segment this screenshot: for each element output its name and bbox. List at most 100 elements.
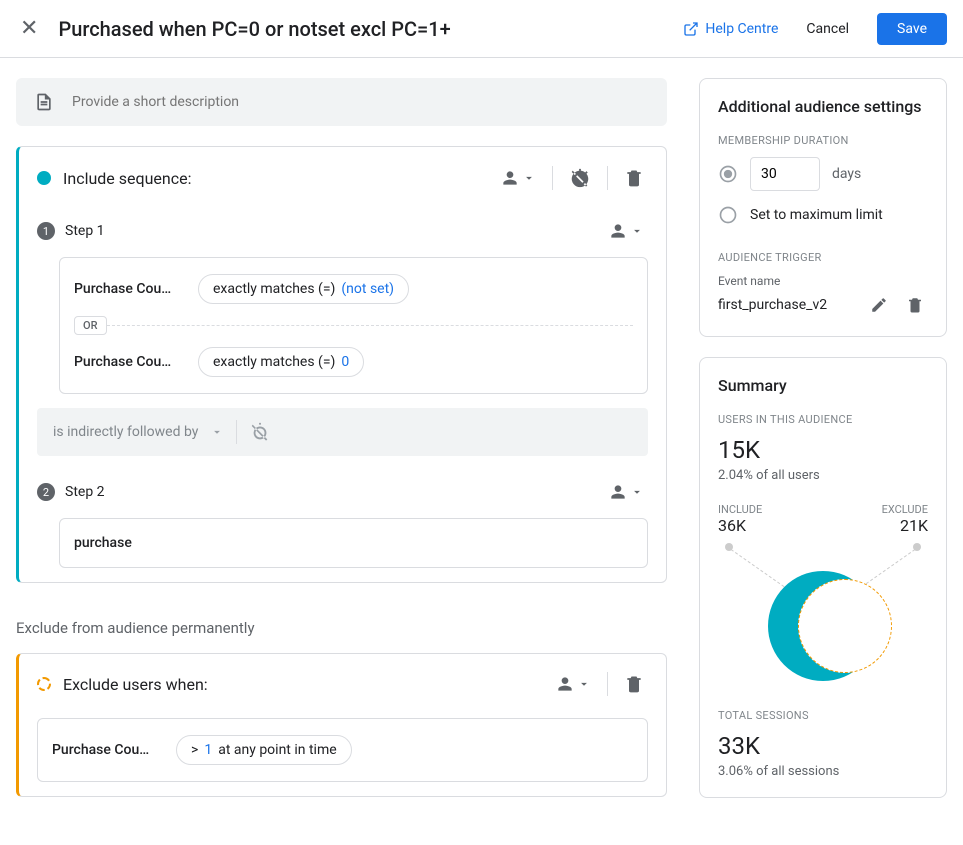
membership-duration-label: MEMBERSHIP DURATION: [718, 134, 928, 147]
settings-title: Additional audience settings: [718, 97, 928, 116]
document-icon: [34, 92, 54, 112]
close-icon[interactable]: ✕: [16, 12, 42, 45]
condition-value: 1: [204, 742, 212, 758]
description-input[interactable]: [72, 94, 649, 110]
event-name-sublabel: Event name: [718, 274, 928, 288]
exclude-dot-icon: [37, 677, 51, 691]
timer-off-icon: [569, 167, 591, 189]
or-badge: OR: [74, 316, 107, 335]
condition-chip[interactable]: exactly matches (=) 0: [198, 347, 364, 377]
condition-field[interactable]: Purchase Cou…: [74, 354, 184, 370]
page-title: Purchased when PC=0 or notset excl PC=1+: [58, 17, 667, 41]
condition-field[interactable]: Purchase Cou…: [74, 281, 184, 297]
condition-value: (not set): [341, 281, 394, 297]
exclude-label: EXCLUDE: [882, 503, 928, 516]
person-icon: [608, 482, 628, 502]
top-bar: ✕ Purchased when PC=0 or notset excl PC=…: [0, 0, 963, 58]
scope-dropdown[interactable]: [496, 164, 540, 192]
chevron-down-icon: [630, 485, 644, 499]
chevron-down-icon: [522, 171, 536, 185]
step-number-2: 2: [37, 483, 55, 501]
person-icon: [555, 674, 575, 694]
trash-icon: [624, 674, 644, 694]
users-pct: 2.04% of all users: [718, 468, 928, 483]
step-1-label: Step 1: [65, 223, 594, 239]
followed-by-bar[interactable]: is indirectly followed by: [37, 408, 648, 456]
condition-op: exactly matches (=): [213, 281, 335, 297]
sessions-pct: 3.06% of all sessions: [718, 764, 928, 779]
cond-prefix: >: [191, 742, 198, 758]
step-1-conditions: Purchase Cou… exactly matches (=) (not s…: [59, 257, 648, 394]
trash-icon: [624, 168, 644, 188]
step-2-header: 2 Step 2: [19, 470, 666, 514]
timer-off-icon: [249, 421, 271, 443]
trash-icon: [906, 296, 924, 314]
condition-op: exactly matches (=): [213, 354, 335, 370]
venn-diagram: [718, 541, 928, 691]
radio-selected-icon[interactable]: [718, 164, 738, 184]
users-value: 15K: [718, 436, 928, 464]
include-value: 36K: [718, 516, 762, 535]
condition-row: Purchase Cou… exactly matches (=) (not s…: [74, 270, 633, 308]
include-title: Include sequence:: [63, 169, 484, 188]
exclude-card: Exclude users when: Purchase Cou… > 1 at…: [16, 653, 667, 797]
save-button[interactable]: Save: [877, 13, 947, 45]
condition-row: Purchase Cou… > 1 at any point in time: [52, 731, 633, 769]
person-icon: [500, 168, 520, 188]
chevron-down-icon: [210, 425, 224, 439]
condition-row: Purchase Cou… exactly matches (=) 0: [74, 343, 633, 381]
open-external-icon: [683, 21, 699, 37]
person-icon: [608, 221, 628, 241]
delete-exclude-button[interactable]: [620, 670, 648, 698]
step-2-label: Step 2: [65, 484, 594, 500]
chevron-down-icon: [630, 224, 644, 238]
exclude-value: 21K: [882, 516, 928, 535]
duration-max-row[interactable]: Set to maximum limit: [718, 205, 928, 225]
step-1-header: 1 Step 1: [19, 209, 666, 253]
sessions-value: 33K: [718, 732, 928, 760]
venn-header: INCLUDE 36K EXCLUDE 21K: [718, 503, 928, 535]
step-number-1: 1: [37, 222, 55, 240]
help-label: Help Centre: [705, 21, 778, 37]
audience-trigger-label: AUDIENCE TRIGGER: [718, 251, 928, 264]
users-label: USERS IN THIS AUDIENCE: [718, 413, 928, 426]
step-1-scope-dropdown[interactable]: [604, 217, 648, 245]
include-sequence-card: Include sequence: 1 Step 1: [16, 146, 667, 583]
trigger-row: first_purchase_v2: [718, 292, 928, 318]
include-dot-icon: [37, 171, 51, 185]
condition-field[interactable]: Purchase Cou…: [52, 742, 162, 758]
description-bar[interactable]: [16, 78, 667, 126]
delete-trigger-button[interactable]: [902, 292, 928, 318]
summary-card: Summary USERS IN THIS AUDIENCE 15K 2.04%…: [699, 357, 947, 798]
or-divider: OR: [74, 316, 633, 335]
sessions-label: TOTAL SESSIONS: [718, 709, 928, 722]
condition-chip[interactable]: > 1 at any point in time: [176, 735, 352, 765]
max-limit-label: Set to maximum limit: [750, 207, 883, 223]
condition-chip[interactable]: exactly matches (=) (not set): [198, 274, 409, 304]
cond-suffix: at any point in time: [218, 742, 336, 758]
days-label: days: [832, 166, 861, 182]
condition-value: 0: [341, 354, 349, 370]
exclude-title: Exclude users when:: [63, 675, 539, 694]
step-2-conditions: purchase: [59, 518, 648, 568]
audience-settings-card: Additional audience settings MEMBERSHIP …: [699, 78, 947, 337]
exclude-section-title: Exclude from audience permanently: [16, 619, 667, 637]
pencil-icon: [870, 296, 888, 314]
chevron-down-icon: [577, 677, 591, 691]
trigger-event-name: first_purchase_v2: [718, 297, 856, 313]
condition-row: purchase: [74, 531, 633, 555]
radio-unselected-icon[interactable]: [718, 205, 738, 225]
delete-sequence-button[interactable]: [620, 164, 648, 192]
summary-title: Summary: [718, 376, 928, 395]
exclude-conditions: Purchase Cou… > 1 at any point in time: [37, 718, 648, 782]
time-constraint-button[interactable]: [565, 163, 595, 193]
duration-input[interactable]: [750, 157, 820, 191]
cancel-button[interactable]: Cancel: [794, 13, 861, 45]
duration-days-row[interactable]: days: [718, 157, 928, 191]
event-name[interactable]: purchase: [74, 535, 184, 551]
help-centre-link[interactable]: Help Centre: [683, 21, 778, 37]
exclude-scope-dropdown[interactable]: [551, 670, 595, 698]
step-2-scope-dropdown[interactable]: [604, 478, 648, 506]
edit-trigger-button[interactable]: [866, 292, 892, 318]
followed-by-label: is indirectly followed by: [53, 424, 198, 440]
